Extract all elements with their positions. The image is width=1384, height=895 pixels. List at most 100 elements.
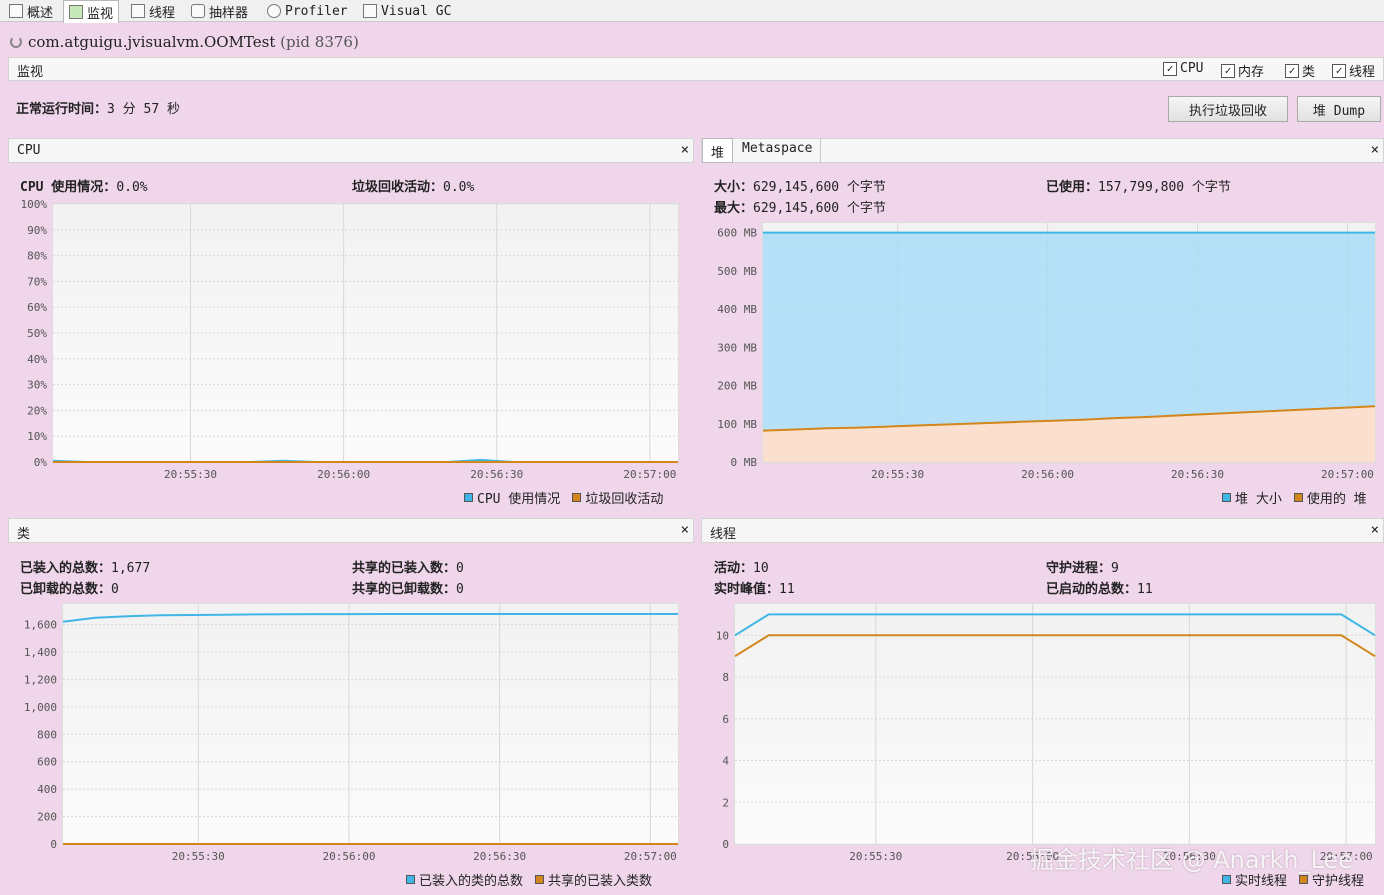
close-icon[interactable]: × xyxy=(1371,142,1379,158)
stat-value: 157,799,800 个字节 xyxy=(1098,180,1231,195)
stat-value: 11 xyxy=(1137,582,1153,597)
checkbox-classes[interactable]: ✓ 类 xyxy=(1285,61,1315,80)
checkbox-threads[interactable]: ✓ 线程 xyxy=(1332,61,1375,80)
tab-label: Profiler xyxy=(285,3,348,19)
y-tick-label: 80% xyxy=(27,250,47,263)
legend-label: 使用的 堆 xyxy=(1306,492,1367,507)
stat-label: 已使用： xyxy=(1046,180,1099,195)
cpu-legend: CPU 使用情况 垃圾回收活动 xyxy=(464,488,663,507)
x-tick-label: 20:56:00 xyxy=(322,850,375,863)
y-tick-label: 1,600 xyxy=(24,619,57,632)
y-tick-label: 200 MB xyxy=(717,380,757,393)
y-tick-label: 100 MB xyxy=(717,418,757,431)
y-tick-label: 200 xyxy=(37,811,57,824)
tab-visual-gc[interactable]: Visual GC xyxy=(358,0,456,22)
close-icon[interactable]: × xyxy=(681,522,689,538)
y-tick-label: 50% xyxy=(27,327,47,340)
x-tick-label: 20:57:00 xyxy=(1321,468,1374,481)
tab-metaspace[interactable]: Metaspace xyxy=(734,138,822,163)
legend-swatch xyxy=(1222,875,1231,884)
classes-panel-header: 类 × xyxy=(8,518,694,543)
checkmark-icon: ✓ xyxy=(1285,63,1299,78)
checkbox-cpu[interactable]: ✓ CPU xyxy=(1163,61,1203,76)
uptime: 正常运行时间：3 分 57 秒 xyxy=(16,98,180,117)
stat-value: 629,145,600 个字节 xyxy=(753,201,886,216)
close-icon[interactable]: × xyxy=(1371,522,1379,538)
stat-label: 已装入的总数： xyxy=(20,561,112,576)
y-tick-label: 0 xyxy=(50,838,57,851)
stat-value: 0 xyxy=(456,561,464,576)
tab-threads[interactable]: 线程 xyxy=(126,0,180,22)
shared-loaded-stat: 共享的已装入数：0 xyxy=(352,557,464,576)
checkmark-icon: ✓ xyxy=(1163,61,1177,76)
legend-swatch xyxy=(406,875,415,884)
y-tick-label: 1,400 xyxy=(24,646,57,659)
heap-used-stat: 已使用：157,799,800 个字节 xyxy=(1046,176,1231,195)
monitor-icon xyxy=(69,5,83,19)
y-tick-label: 0 xyxy=(722,838,729,851)
y-tick-label: 0% xyxy=(34,456,48,469)
legend-label: 垃圾回收活动 xyxy=(585,492,664,507)
close-icon[interactable]: × xyxy=(681,142,689,158)
series-line xyxy=(734,634,1376,658)
legend-swatch xyxy=(464,493,473,502)
threads-panel-title: 线程 xyxy=(710,527,737,542)
stat-value: 9 xyxy=(1111,561,1119,576)
profiler-icon xyxy=(267,4,281,18)
tab-label: 抽样器 xyxy=(209,5,249,21)
stat-value: 10 xyxy=(753,561,769,576)
series-line xyxy=(734,613,1376,637)
classes-panel-title: 类 xyxy=(17,527,31,542)
y-tick-label: 90% xyxy=(27,224,47,237)
visualgc-icon xyxy=(363,4,377,18)
x-tick-label: 20:55:30 xyxy=(849,850,902,863)
stat-label: CPU 使用情况： xyxy=(20,180,117,195)
legend-swatch xyxy=(1299,875,1309,884)
y-tick-label: 800 xyxy=(37,728,57,741)
tab-overview[interactable]: 概述 xyxy=(4,0,58,22)
y-tick-label: 8 xyxy=(722,671,729,684)
heap-dump-button[interactable]: 堆 Dump xyxy=(1297,96,1381,122)
cpu-panel-header: CPU × xyxy=(8,138,694,163)
heap-chart: 600 MB 500 MB 400 MB 300 MB 200 MB 100 MB 0 MB… xyxy=(717,222,1376,481)
gc-button[interactable]: 执行垃圾回收 xyxy=(1168,96,1288,122)
stat-label: 垃圾回收活动： xyxy=(352,180,444,195)
y-tick-label: 0 MB xyxy=(731,456,758,469)
app-name: com.atguigu.jvisualvm.OOMTest xyxy=(28,33,276,51)
watermark: 掘金技术社区 @ Anarkh_Lee xyxy=(1030,846,1354,874)
y-tick-label: 6 xyxy=(722,713,729,726)
x-tick-label: 20:55:30 xyxy=(871,468,924,481)
y-tick-label: 2 xyxy=(722,796,729,809)
threads-panel-header: 线程 × xyxy=(701,518,1384,543)
stat-label: 已卸载的总数： xyxy=(20,582,112,597)
y-tick-label: 10% xyxy=(27,430,47,443)
stat-value: 629,145,600 个字节 xyxy=(753,180,886,195)
legend-swatch xyxy=(535,875,545,884)
tab-strip: 概述 监视 线程 抽样器 Profiler Visual GC xyxy=(0,0,1384,23)
stat-value: 0.0% xyxy=(443,180,475,195)
legend-label: 共享的已装入类数 xyxy=(548,874,653,889)
stat-label: 大小： xyxy=(714,180,754,195)
tab-label: 线程 xyxy=(149,5,176,21)
chart-svg: 100% 90% 80% 70% 60% 50% 40% 30% 20% 10% 0% 20:55:3… xyxy=(21,198,678,481)
shared-unloaded-stat: 共享的已卸载数：0 xyxy=(352,578,464,597)
stat-label: 守护进程： xyxy=(1046,561,1112,576)
y-tick-label: 1,200 xyxy=(24,673,57,686)
threads-icon xyxy=(131,4,145,18)
heap-legend: 堆 大小 使用的 堆 xyxy=(1222,488,1367,507)
y-tick-label: 1,000 xyxy=(24,701,57,714)
checkbox-memory[interactable]: ✓ 内存 xyxy=(1221,61,1264,80)
tab-label: Visual GC xyxy=(381,3,452,19)
tab-monitor[interactable]: 监视 xyxy=(63,0,120,23)
checkbox-label: 线程 xyxy=(1349,65,1376,80)
overview-icon xyxy=(9,4,23,18)
tab-profiler[interactable]: Profiler xyxy=(262,0,353,22)
tab-sampler[interactable]: 抽样器 xyxy=(186,0,253,22)
checkbox-label: 类 xyxy=(1302,65,1316,80)
x-tick-label: 20:55:30 xyxy=(164,468,217,481)
tab-heap[interactable]: 堆 xyxy=(702,138,734,163)
heap-max-stat: 最大：629,145,600 个字节 xyxy=(714,197,886,216)
classes-chart: 1,600 1,400 1,200 1,000 800 600 400 200 0 20:55:3… xyxy=(24,603,679,863)
chart-svg: 108642020:55:30 20:56:00 20:56:30 20:57:00 xyxy=(716,604,1376,863)
x-tick-label: 20:56:30 xyxy=(470,468,523,481)
